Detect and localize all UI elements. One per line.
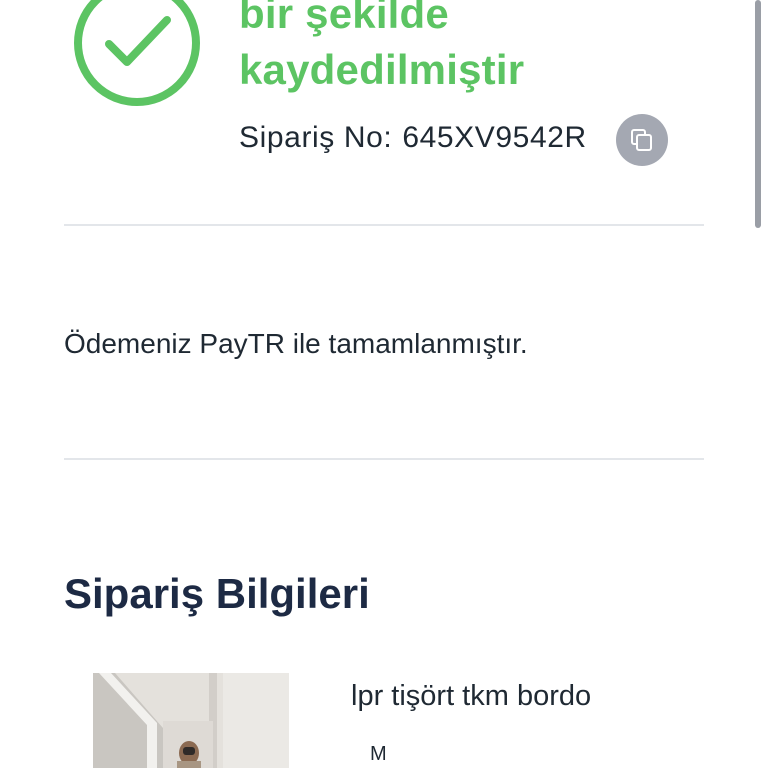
- scrollbar[interactable]: [755, 0, 761, 228]
- product-photo: [93, 673, 289, 768]
- order-info-title: Sipariş Bilgileri: [64, 570, 370, 617]
- order-number-row: Sipariş No: 645XV9542R: [239, 116, 587, 160]
- order-number-label: Sipariş No:: [239, 121, 393, 154]
- divider: [64, 224, 704, 226]
- copy-order-number-button[interactable]: [616, 114, 668, 166]
- product-image[interactable]: [93, 673, 289, 768]
- success-title-line-1: bir şekilde: [239, 0, 449, 37]
- order-confirmation-page: bir şekilde kaydedilmiştir Sipariş No: 6…: [0, 0, 768, 768]
- check-circle-icon: [74, 0, 200, 106]
- success-title: bir şekilde kaydedilmiştir: [239, 0, 524, 98]
- copy-icon: [631, 129, 652, 151]
- product-size: M: [370, 743, 387, 765]
- order-number-value: 645XV9542R: [402, 121, 587, 154]
- payment-message: Ödemeniz PayTR ile tamamlanmıştır.: [64, 328, 528, 359]
- product-name: lpr tişört tkm bordo: [351, 680, 592, 712]
- divider: [64, 458, 704, 460]
- success-title-line-2: kaydedilmiştir: [239, 46, 525, 93]
